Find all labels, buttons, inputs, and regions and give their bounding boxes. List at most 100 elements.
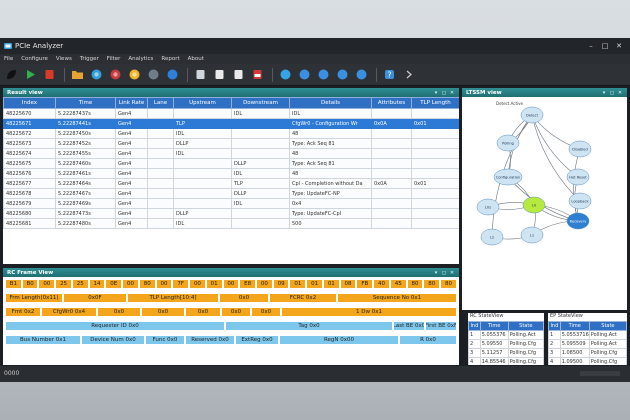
forward-button[interactable] xyxy=(334,67,350,83)
menu-filter[interactable]: Filter xyxy=(107,56,121,62)
column-header[interactable]: Ind xyxy=(468,321,481,331)
table-row[interactable]: 48225677 5.22287464s Gen4 TLP Cpl - Completi… xyxy=(3,178,459,189)
table-row[interactable]: 3 1.08500 Polling.Cfg xyxy=(548,348,627,358)
dark-leaf-button[interactable] xyxy=(3,67,19,83)
table-row[interactable]: 48225680 5.22287473s Gen4 DLLP Type: UpdateF… xyxy=(3,208,459,219)
skip-button[interactable] xyxy=(353,67,369,83)
column-header[interactable]: Lane xyxy=(147,97,174,109)
byte-cell[interactable]: 00 xyxy=(256,279,273,289)
frame-field[interactable]: Tag 0x0 xyxy=(225,321,393,331)
menu-report[interactable]: Report xyxy=(161,56,179,62)
byte-cell[interactable]: 7F xyxy=(172,279,190,289)
frame-field[interactable]: Sequence No 0x1 xyxy=(337,293,457,303)
frame-field[interactable]: 0x0 xyxy=(251,307,281,317)
column-header[interactable]: TLP Length xyxy=(411,97,459,109)
table-row[interactable]: 48225681 5.22287480s Gen4 IDL 500 xyxy=(3,218,459,229)
table-row[interactable]: 1 5.0553716 Polling.Act xyxy=(548,330,627,340)
column-header[interactable]: Time xyxy=(55,97,116,109)
byte-cell[interactable]: 00 xyxy=(38,279,56,289)
byte-cell[interactable]: 80 xyxy=(406,279,424,289)
byte-cell[interactable]: 01 xyxy=(289,279,307,289)
close-button[interactable]: ✕ xyxy=(612,42,626,50)
table-row[interactable]: 48225670 5.22287437s Gen4 IDL IDL xyxy=(3,108,459,119)
frame-field[interactable]: Func 0x0 xyxy=(145,335,185,345)
byte-cell[interactable]: 0E xyxy=(105,279,123,289)
panel-close-icon[interactable]: ✕ xyxy=(448,270,456,276)
byte-cell[interactable]: 00 xyxy=(222,279,240,289)
column-header[interactable]: Link Rate xyxy=(115,97,148,109)
frame-field[interactable]: Requester ID 0x0 xyxy=(5,321,225,331)
frame-field[interactable]: 0x0 xyxy=(219,293,269,303)
panel-float-icon[interactable]: ◻ xyxy=(440,270,448,276)
frame-field[interactable]: ExtReg 0x0 xyxy=(235,335,279,345)
table-row[interactable]: 4 1.09500 Polling.Cfg xyxy=(548,357,627,365)
save-button[interactable] xyxy=(192,67,208,83)
pause-button[interactable] xyxy=(164,67,180,83)
document-edit-button[interactable] xyxy=(211,67,227,83)
play-button[interactable] xyxy=(22,67,38,83)
search-button[interactable] xyxy=(296,67,312,83)
panel-float-icon[interactable]: ◻ xyxy=(608,90,616,96)
table-row[interactable]: 2 5.09550 Polling.Cfg xyxy=(468,339,544,349)
byte-cell[interactable]: 01 xyxy=(306,279,323,289)
table-row[interactable]: 48225672 5.22287450s Gen4 IDL 48 xyxy=(3,128,459,139)
byte-cell[interactable]: 00 xyxy=(122,279,139,289)
frame-field[interactable]: 0x0 xyxy=(97,307,141,317)
byte-cell[interactable]: 25 xyxy=(55,279,72,289)
byte-cell[interactable]: 08 xyxy=(339,279,357,289)
menu-views[interactable]: Views xyxy=(56,56,72,62)
column-header[interactable]: State xyxy=(588,321,627,331)
menu-configure[interactable]: Configure xyxy=(21,56,48,62)
byte-cell[interactable]: 45 xyxy=(389,279,407,289)
column-header[interactable]: Index xyxy=(3,97,56,109)
frame-field[interactable]: Reserved 0x0 xyxy=(185,335,235,345)
panel-close-icon[interactable]: ✕ xyxy=(616,90,624,96)
more-button[interactable] xyxy=(400,67,416,83)
byte-cell[interactable]: 00 xyxy=(155,279,173,289)
byte-cell[interactable]: 00 xyxy=(189,279,206,289)
menu-analytics[interactable]: Analytics xyxy=(128,56,153,62)
byte-cell[interactable]: 80 xyxy=(423,279,441,289)
frame-field[interactable]: Device Num 0x0 xyxy=(81,335,145,345)
column-header[interactable]: State xyxy=(507,321,544,331)
maximize-button[interactable]: □ xyxy=(598,42,612,50)
table-row[interactable]: 2 5.095509 Polling.Act xyxy=(548,339,627,349)
byte-cell[interactable]: 80 xyxy=(440,279,457,289)
byte-cell[interactable]: 01 xyxy=(322,279,340,289)
table-row[interactable]: 3 5.11257 Polling.Cfg xyxy=(468,348,544,358)
help-button[interactable]: ? xyxy=(381,67,397,83)
menu-trigger[interactable]: Trigger xyxy=(80,56,99,62)
column-header[interactable]: Ind xyxy=(548,321,561,331)
minimize-button[interactable]: – xyxy=(584,42,598,50)
frame-field[interactable]: 0x0 xyxy=(221,307,251,317)
panel-pin-icon[interactable]: ▾ xyxy=(432,90,440,96)
frame-field[interactable]: TLP Length[10:4] xyxy=(127,293,219,303)
byte-cell[interactable]: B1 xyxy=(5,279,22,289)
table-row[interactable]: 48225671 5.22287441s Gen4 TLP CfgWr0 - Confi… xyxy=(3,118,459,129)
frame-field[interactable]: 0x0 xyxy=(185,307,221,317)
byte-cell[interactable]: 40 xyxy=(373,279,390,289)
byte-cell[interactable]: FB xyxy=(356,279,374,289)
column-header[interactable]: Downstream xyxy=(231,97,290,109)
panel-pin-icon[interactable]: ▾ xyxy=(432,270,440,276)
menu-about[interactable]: About xyxy=(188,56,204,62)
folder-open-button[interactable] xyxy=(69,67,85,83)
byte-cell[interactable]: 25 xyxy=(71,279,89,289)
column-header[interactable]: Upstream xyxy=(173,97,232,109)
rewind-button[interactable] xyxy=(315,67,331,83)
frame-field[interactable]: RegN 0x00 xyxy=(279,335,399,345)
frame-field[interactable]: 0x0F xyxy=(63,293,127,303)
frame-field[interactable]: First BE 0xF xyxy=(425,321,457,331)
table-row[interactable]: 4 14.85546 Polling.Cfg xyxy=(468,357,544,365)
byte-cell[interactable]: E8 xyxy=(239,279,257,289)
frame-field[interactable]: Last BE 0x0 xyxy=(393,321,425,331)
byte-cell[interactable]: 80 xyxy=(138,279,156,289)
column-header[interactable]: Time xyxy=(559,321,590,331)
panel-pin-icon[interactable]: ▾ xyxy=(600,90,608,96)
camera-button[interactable] xyxy=(145,67,161,83)
frame-field[interactable]: FCRC 0x2 xyxy=(269,293,337,303)
menu-file[interactable]: File xyxy=(4,56,13,62)
column-header[interactable]: Details xyxy=(289,97,372,109)
table-row[interactable]: 48225678 5.22287467s Gen4 DLLP Type: UpdateF… xyxy=(3,188,459,199)
table-row[interactable]: 1 5.055376 Polling.Act xyxy=(468,330,544,340)
